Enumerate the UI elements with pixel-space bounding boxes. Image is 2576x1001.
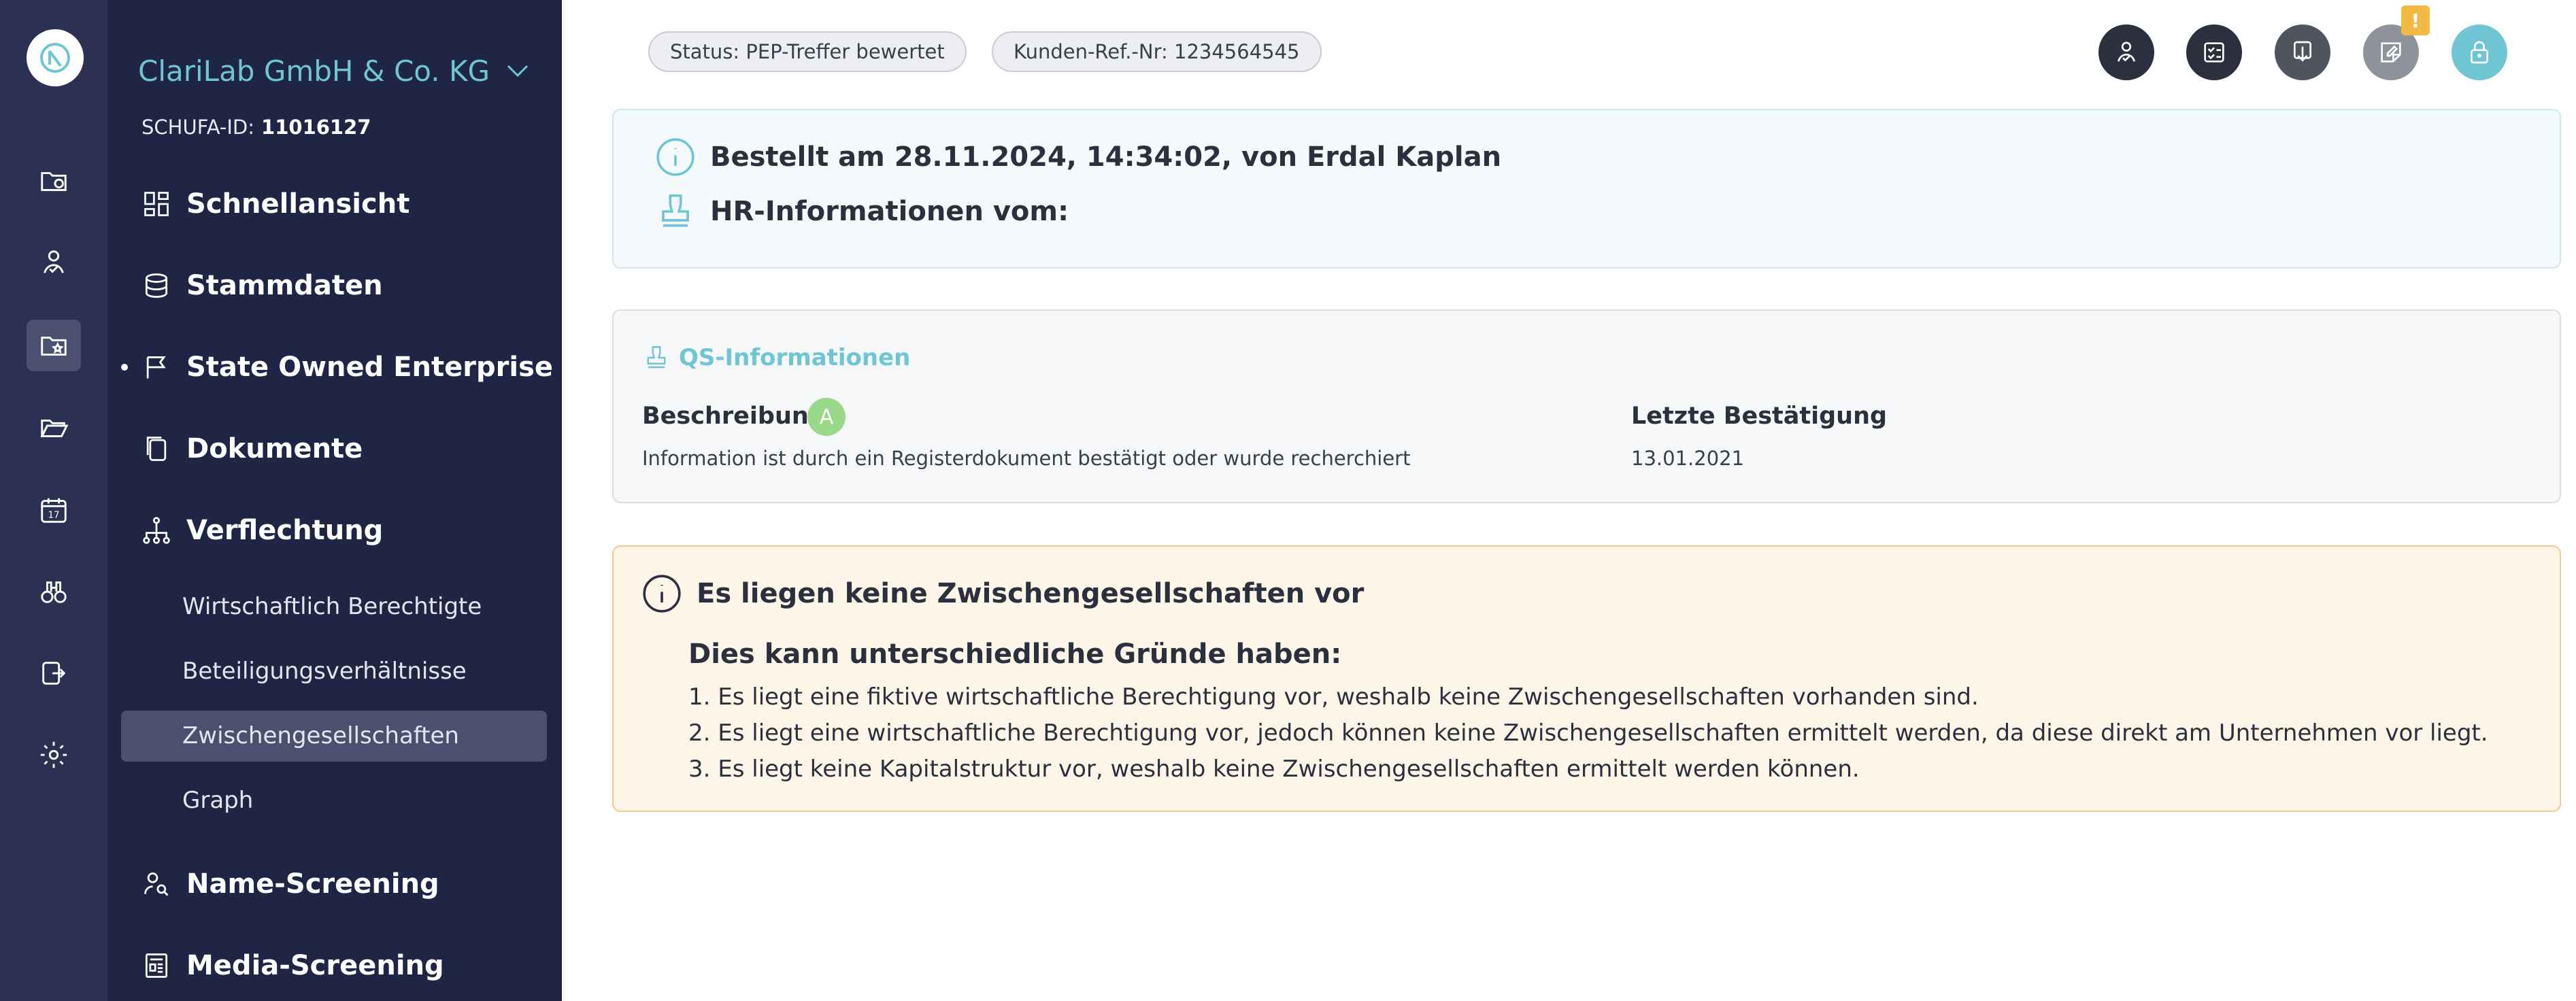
nav-stammdaten[interactable]: Stammdaten xyxy=(141,265,383,306)
reasons-list: 1. Es liegt eine fiktive wirtschaftliche… xyxy=(688,679,2488,787)
nav-schnellansicht[interactable]: Schnellansicht xyxy=(141,184,409,224)
ordered-text: Bestellt am 28.11.2024, 14:34:02, von Er… xyxy=(710,141,1502,173)
documents-icon xyxy=(146,437,167,461)
nav-label: Stammdaten xyxy=(186,270,383,301)
folder-open-icon[interactable] xyxy=(27,401,81,453)
person-search-icon xyxy=(144,872,169,896)
dashboard-icon xyxy=(144,192,169,216)
notice-subtitle: Dies kann unterschiedliche Gründe haben: xyxy=(688,639,1342,670)
nav-label: Dokumente xyxy=(186,433,363,464)
newspaper-icon xyxy=(145,953,168,978)
description-value: Information ist durch ein Registerdokume… xyxy=(642,447,1411,470)
person-check-icon[interactable] xyxy=(27,237,81,288)
order-folder-icon[interactable] xyxy=(27,155,81,207)
sub-zwischengesellschaften[interactable]: Zwischengesellschaften xyxy=(182,711,459,761)
nav-label: State Owned Enterprise xyxy=(186,352,554,383)
nav-verflechtung[interactable]: Verflechtung xyxy=(141,510,383,551)
qs-title: QS-Informationen xyxy=(642,343,910,372)
sub-graph[interactable]: Graph xyxy=(182,775,253,826)
lock-icon xyxy=(2471,41,2488,64)
nav-dokumente[interactable]: Dokumente xyxy=(141,428,363,469)
quality-badge: A xyxy=(807,398,846,436)
ordered-row: Bestellt am 28.11.2024, 14:34:02, von Er… xyxy=(654,136,1501,178)
last-confirmation-value: 13.01.2021 xyxy=(1631,447,1745,470)
list-item: 2. Es liegt eine wirtschaftliche Berecht… xyxy=(688,719,2488,747)
hierarchy-icon xyxy=(143,517,170,544)
checklist-button[interactable] xyxy=(2186,24,2242,80)
icon-rail: 17 xyxy=(0,0,107,1001)
last-confirmation-label: Letzte Bestätigung xyxy=(1631,403,1888,430)
description-label: Beschreibung xyxy=(642,403,826,430)
qs-info-card: QS-Informationen Beschreibung A Informat… xyxy=(612,309,2561,503)
sub-wirtschaftlich-berechtigte[interactable]: Wirtschaftlich Berechtigte xyxy=(182,581,482,632)
schufa-label: SCHUFA-ID: xyxy=(141,116,255,139)
notice-header: Es liegen keine Zwischengesellschaften v… xyxy=(641,573,1364,615)
list-item: 3. Es liegt keine Kapitalstruktur vor, w… xyxy=(688,756,1860,783)
notice-title: Es liegen keine Zwischengesellschaften v… xyxy=(697,578,1365,609)
sub-beteiligungsverhaeltnisse[interactable]: Beteiligungsverhältnisse xyxy=(182,646,467,696)
company-name[interactable]: ClariLab GmbH & Co. KG xyxy=(138,54,490,88)
settings-icon[interactable] xyxy=(27,729,81,781)
note-edit-icon xyxy=(2381,42,2401,63)
schufa-value: 11016127 xyxy=(261,116,371,139)
person-check-icon xyxy=(2118,41,2135,62)
binoculars-icon[interactable] xyxy=(27,566,81,617)
order-info-card: Bestellt am 28.11.2024, 14:34:02, von Er… xyxy=(612,109,2561,269)
nav-label: Schnellansicht xyxy=(186,188,410,220)
hr-text: HR-Informationen vom: xyxy=(710,196,1069,227)
hr-row: HR-Informationen vom: xyxy=(654,190,1069,233)
reference-badge: Kunden-Ref.-Nr: 1234564545 xyxy=(992,31,1322,72)
info-icon xyxy=(643,575,681,613)
stamp-icon xyxy=(662,194,689,227)
no-intermediaries-notice: Es liegen keine Zwischengesellschaften v… xyxy=(612,545,2561,812)
nav-media-screening[interactable]: Media-Screening xyxy=(141,945,444,986)
nav-label: Verflechtung xyxy=(186,515,384,546)
nav-state-owned-enterprise[interactable]: State Owned Enterprise xyxy=(141,347,553,388)
svg-text:17: 17 xyxy=(48,511,59,521)
flag-icon xyxy=(146,356,166,379)
export-icon[interactable] xyxy=(27,647,81,699)
active-dot xyxy=(121,364,128,371)
qs-title-text: QS-Informationen xyxy=(679,344,911,371)
nav-name-screening[interactable]: Name-Screening xyxy=(141,864,439,904)
chevron-down-icon[interactable] xyxy=(505,63,530,79)
list-item: 1. Es liegt eine fiktive wirtschaftliche… xyxy=(688,683,1979,711)
lock-button[interactable] xyxy=(2452,24,2507,80)
folder-star-icon[interactable] xyxy=(27,320,81,371)
nav-label: Name-Screening xyxy=(186,868,439,900)
status-badge: Status: PEP-Treffer bewertet xyxy=(648,31,967,72)
sidebar: ClariLab GmbH & Co. KG SCHUFA-ID: 1101612… xyxy=(107,0,562,1001)
download-button[interactable] xyxy=(2275,24,2330,80)
checklist-icon xyxy=(2204,42,2224,63)
person-action-button[interactable] xyxy=(2098,24,2154,80)
warning-badge: ! xyxy=(2401,5,2430,35)
schufa-id: SCHUFA-ID: 11016127 xyxy=(141,116,371,139)
calendar-icon[interactable]: 17 xyxy=(27,484,81,536)
stamp-icon xyxy=(647,346,666,369)
info-icon xyxy=(656,138,695,176)
download-icon xyxy=(2294,41,2311,62)
nav-label: Media-Screening xyxy=(186,950,444,981)
database-icon xyxy=(145,273,168,298)
app-logo[interactable] xyxy=(27,29,84,86)
